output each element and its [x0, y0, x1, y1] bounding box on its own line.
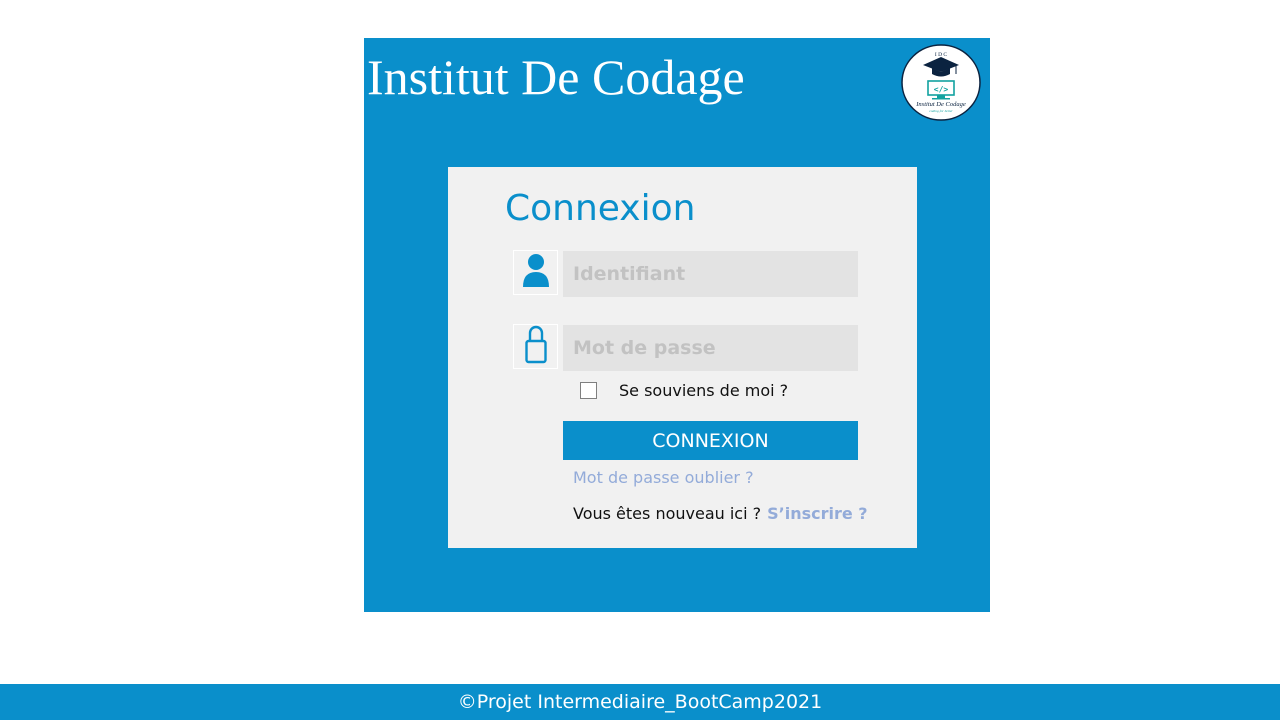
forgot-password-link[interactable]: Mot de passe oublier ? [573, 468, 754, 487]
remember-me-label: Se souviens de moi ? [619, 380, 789, 400]
footer: ©Projet Intermediaire_BootCamp2021 [0, 684, 1280, 720]
user-icon [521, 252, 551, 293]
lock-icon-box [513, 324, 558, 369]
password-input[interactable] [563, 325, 858, 371]
site-title: Institut De Codage [367, 49, 745, 105]
logo-name: Institut De Codage [915, 101, 966, 108]
login-title: Connexion [505, 188, 696, 229]
logo-tagline: coding for better [929, 109, 953, 113]
user-icon-box [513, 250, 558, 295]
lock-icon [524, 324, 548, 369]
remember-me-checkbox[interactable] [580, 381, 597, 399]
username-input[interactable] [563, 251, 858, 297]
login-button[interactable]: CONNEXION [563, 421, 858, 460]
footer-text: ©Projet Intermediaire_BootCamp2021 [457, 691, 823, 713]
remember-me-row: Se souviens de moi ? [580, 380, 788, 400]
new-user-text: Vous êtes nouveau ici ? [573, 504, 762, 523]
logo: I D C </> Institut De Codage coding for … [901, 44, 981, 121]
new-user-row: Vous êtes nouveau ici ? S’inscrire ? [573, 504, 868, 523]
login-card: Connexion Se souviens de moi ? [448, 167, 917, 548]
main-panel: Institut De Codage I D C </> Institut De… [364, 38, 990, 612]
logo-code-symbol: </> [934, 85, 949, 94]
logo-emblem: I D C </> Institut De Codage coding for … [901, 44, 981, 121]
signup-link[interactable]: S’inscrire ? [767, 504, 867, 523]
